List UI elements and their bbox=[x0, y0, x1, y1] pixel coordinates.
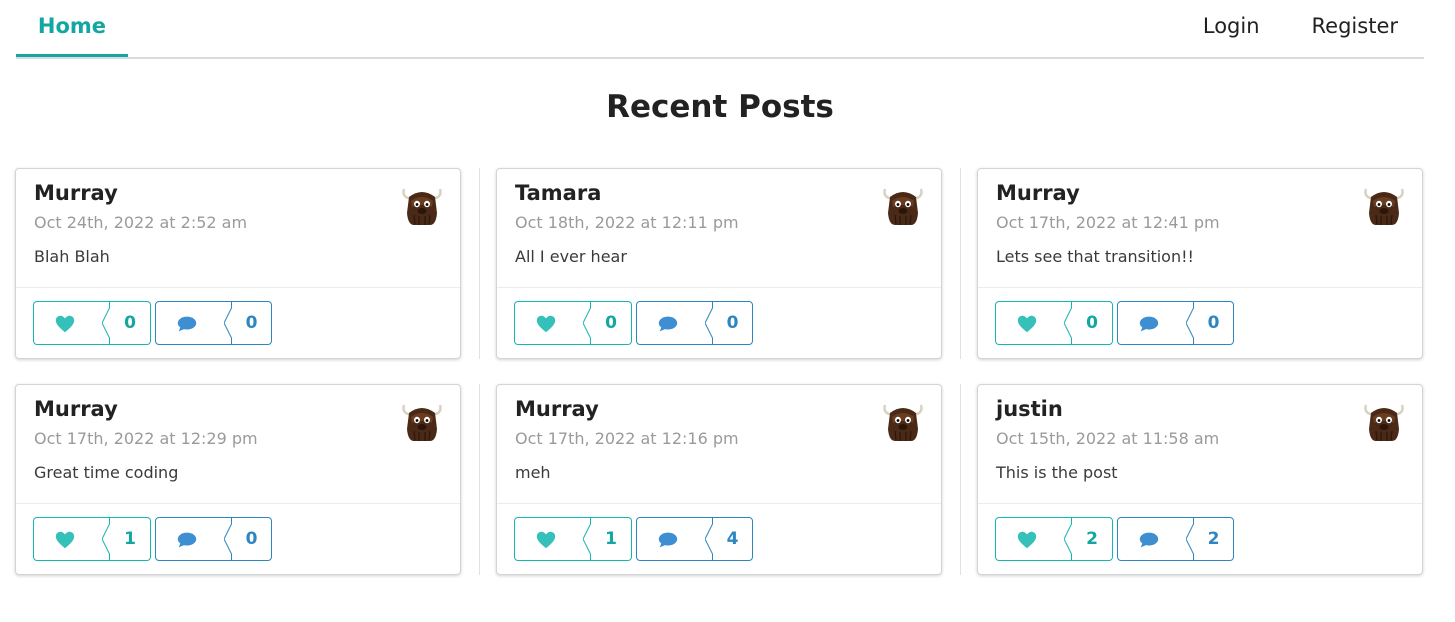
heart-icon bbox=[535, 313, 557, 335]
comment-count: 2 bbox=[1207, 529, 1220, 549]
post-date: Oct 17th, 2022 at 12:29 pm bbox=[34, 429, 258, 448]
like-count-label: 0 bbox=[101, 301, 150, 345]
comment-icon bbox=[176, 313, 198, 335]
post-author[interactable]: Murray bbox=[34, 397, 118, 421]
yak-avatar-icon bbox=[881, 399, 925, 443]
nav-register-link[interactable]: Register bbox=[1286, 0, 1424, 57]
like-count-label: 1 bbox=[582, 517, 631, 561]
comment-count-label: 4 bbox=[704, 517, 752, 561]
comment-count: 0 bbox=[1207, 313, 1220, 333]
post-date: Oct 15th, 2022 at 11:58 am bbox=[996, 429, 1220, 448]
column-divider bbox=[479, 168, 480, 359]
comment-count-label: 2 bbox=[1185, 517, 1233, 561]
page-title: Recent Posts bbox=[606, 89, 834, 125]
yak-avatar-icon bbox=[1362, 399, 1406, 443]
card-divider bbox=[978, 287, 1422, 288]
like-count: 0 bbox=[124, 313, 136, 333]
like-button[interactable]: 2 bbox=[995, 517, 1113, 561]
post-body: Blah Blah bbox=[34, 247, 110, 266]
post-card[interactable]: Murray Oct 24th, 2022 at 2:52 am Blah Bl… bbox=[15, 168, 461, 359]
heart-icon bbox=[54, 529, 76, 551]
post-author[interactable]: Murray bbox=[34, 181, 118, 205]
yak-avatar-icon bbox=[1362, 183, 1406, 227]
post-author[interactable]: Murray bbox=[515, 397, 599, 421]
post-body: This is the post bbox=[996, 463, 1118, 482]
comment-count: 0 bbox=[245, 529, 258, 549]
post-author[interactable]: justin bbox=[996, 397, 1063, 421]
post-card[interactable]: Murray Oct 17th, 2022 at 12:29 pm Great … bbox=[15, 384, 461, 575]
comment-icon bbox=[1138, 529, 1160, 551]
comment-count: 0 bbox=[245, 313, 258, 333]
card-divider bbox=[497, 287, 941, 288]
comment-count-label: 0 bbox=[704, 301, 752, 345]
comment-button[interactable]: 0 bbox=[155, 517, 272, 561]
post-author[interactable]: Tamara bbox=[515, 181, 601, 205]
like-count-label: 0 bbox=[582, 301, 631, 345]
post-date: Oct 18th, 2022 at 12:11 pm bbox=[515, 213, 739, 232]
like-button[interactable]: 0 bbox=[33, 301, 151, 345]
card-divider bbox=[16, 287, 460, 288]
top-nav: Home Login Register bbox=[16, 0, 1424, 59]
post-card[interactable]: Murray Oct 17th, 2022 at 12:16 pm meh 1 … bbox=[496, 384, 942, 575]
heart-icon bbox=[1016, 529, 1038, 551]
yak-avatar-icon bbox=[881, 183, 925, 227]
post-card[interactable]: justin Oct 15th, 2022 at 11:58 am This i… bbox=[977, 384, 1423, 575]
like-button[interactable]: 1 bbox=[514, 517, 632, 561]
like-count: 0 bbox=[1086, 313, 1098, 333]
comment-button[interactable]: 4 bbox=[636, 517, 753, 561]
comment-count-label: 0 bbox=[1185, 301, 1233, 345]
post-date: Oct 24th, 2022 at 2:52 am bbox=[34, 213, 248, 232]
comment-button[interactable]: 0 bbox=[1117, 301, 1234, 345]
comment-count: 4 bbox=[726, 529, 739, 549]
like-count-label: 2 bbox=[1063, 517, 1112, 561]
like-count: 1 bbox=[605, 529, 617, 549]
post-body: Great time coding bbox=[34, 463, 179, 482]
heart-icon bbox=[54, 313, 76, 335]
post-card[interactable]: Tamara Oct 18th, 2022 at 12:11 pm All I … bbox=[496, 168, 942, 359]
column-divider bbox=[960, 168, 961, 359]
like-count-label: 0 bbox=[1063, 301, 1112, 345]
post-date: Oct 17th, 2022 at 12:16 pm bbox=[515, 429, 739, 448]
nav-login-link[interactable]: Login bbox=[1177, 0, 1286, 57]
post-card[interactable]: Murray Oct 17th, 2022 at 12:41 pm Lets s… bbox=[977, 168, 1423, 359]
card-divider bbox=[16, 503, 460, 504]
heart-icon bbox=[535, 529, 557, 551]
yak-avatar-icon bbox=[400, 399, 444, 443]
comment-icon bbox=[176, 529, 198, 551]
card-divider bbox=[497, 503, 941, 504]
comment-count-label: 0 bbox=[223, 517, 271, 561]
comment-button[interactable]: 2 bbox=[1117, 517, 1234, 561]
post-author[interactable]: Murray bbox=[996, 181, 1080, 205]
like-button[interactable]: 1 bbox=[33, 517, 151, 561]
column-divider bbox=[960, 384, 961, 575]
like-button[interactable]: 0 bbox=[514, 301, 632, 345]
post-body: Lets see that transition!! bbox=[996, 247, 1194, 266]
heart-icon bbox=[1016, 313, 1038, 335]
post-body: meh bbox=[515, 463, 551, 482]
yak-avatar-icon bbox=[400, 183, 444, 227]
like-button[interactable]: 0 bbox=[995, 301, 1113, 345]
post-body: All I ever hear bbox=[515, 247, 627, 266]
like-count: 2 bbox=[1086, 529, 1098, 549]
comment-button[interactable]: 0 bbox=[636, 301, 753, 345]
card-divider bbox=[978, 503, 1422, 504]
comment-icon bbox=[657, 529, 679, 551]
post-date: Oct 17th, 2022 at 12:41 pm bbox=[996, 213, 1220, 232]
comment-icon bbox=[657, 313, 679, 335]
comment-count-label: 0 bbox=[223, 301, 271, 345]
comment-button[interactable]: 0 bbox=[155, 301, 272, 345]
like-count-label: 1 bbox=[101, 517, 150, 561]
like-count: 1 bbox=[124, 529, 136, 549]
like-count: 0 bbox=[605, 313, 617, 333]
comment-count: 0 bbox=[726, 313, 739, 333]
nav-right-menu: Login Register bbox=[1177, 0, 1424, 57]
comment-icon bbox=[1138, 313, 1160, 335]
column-divider bbox=[479, 384, 480, 575]
nav-home-tab[interactable]: Home bbox=[16, 0, 128, 57]
